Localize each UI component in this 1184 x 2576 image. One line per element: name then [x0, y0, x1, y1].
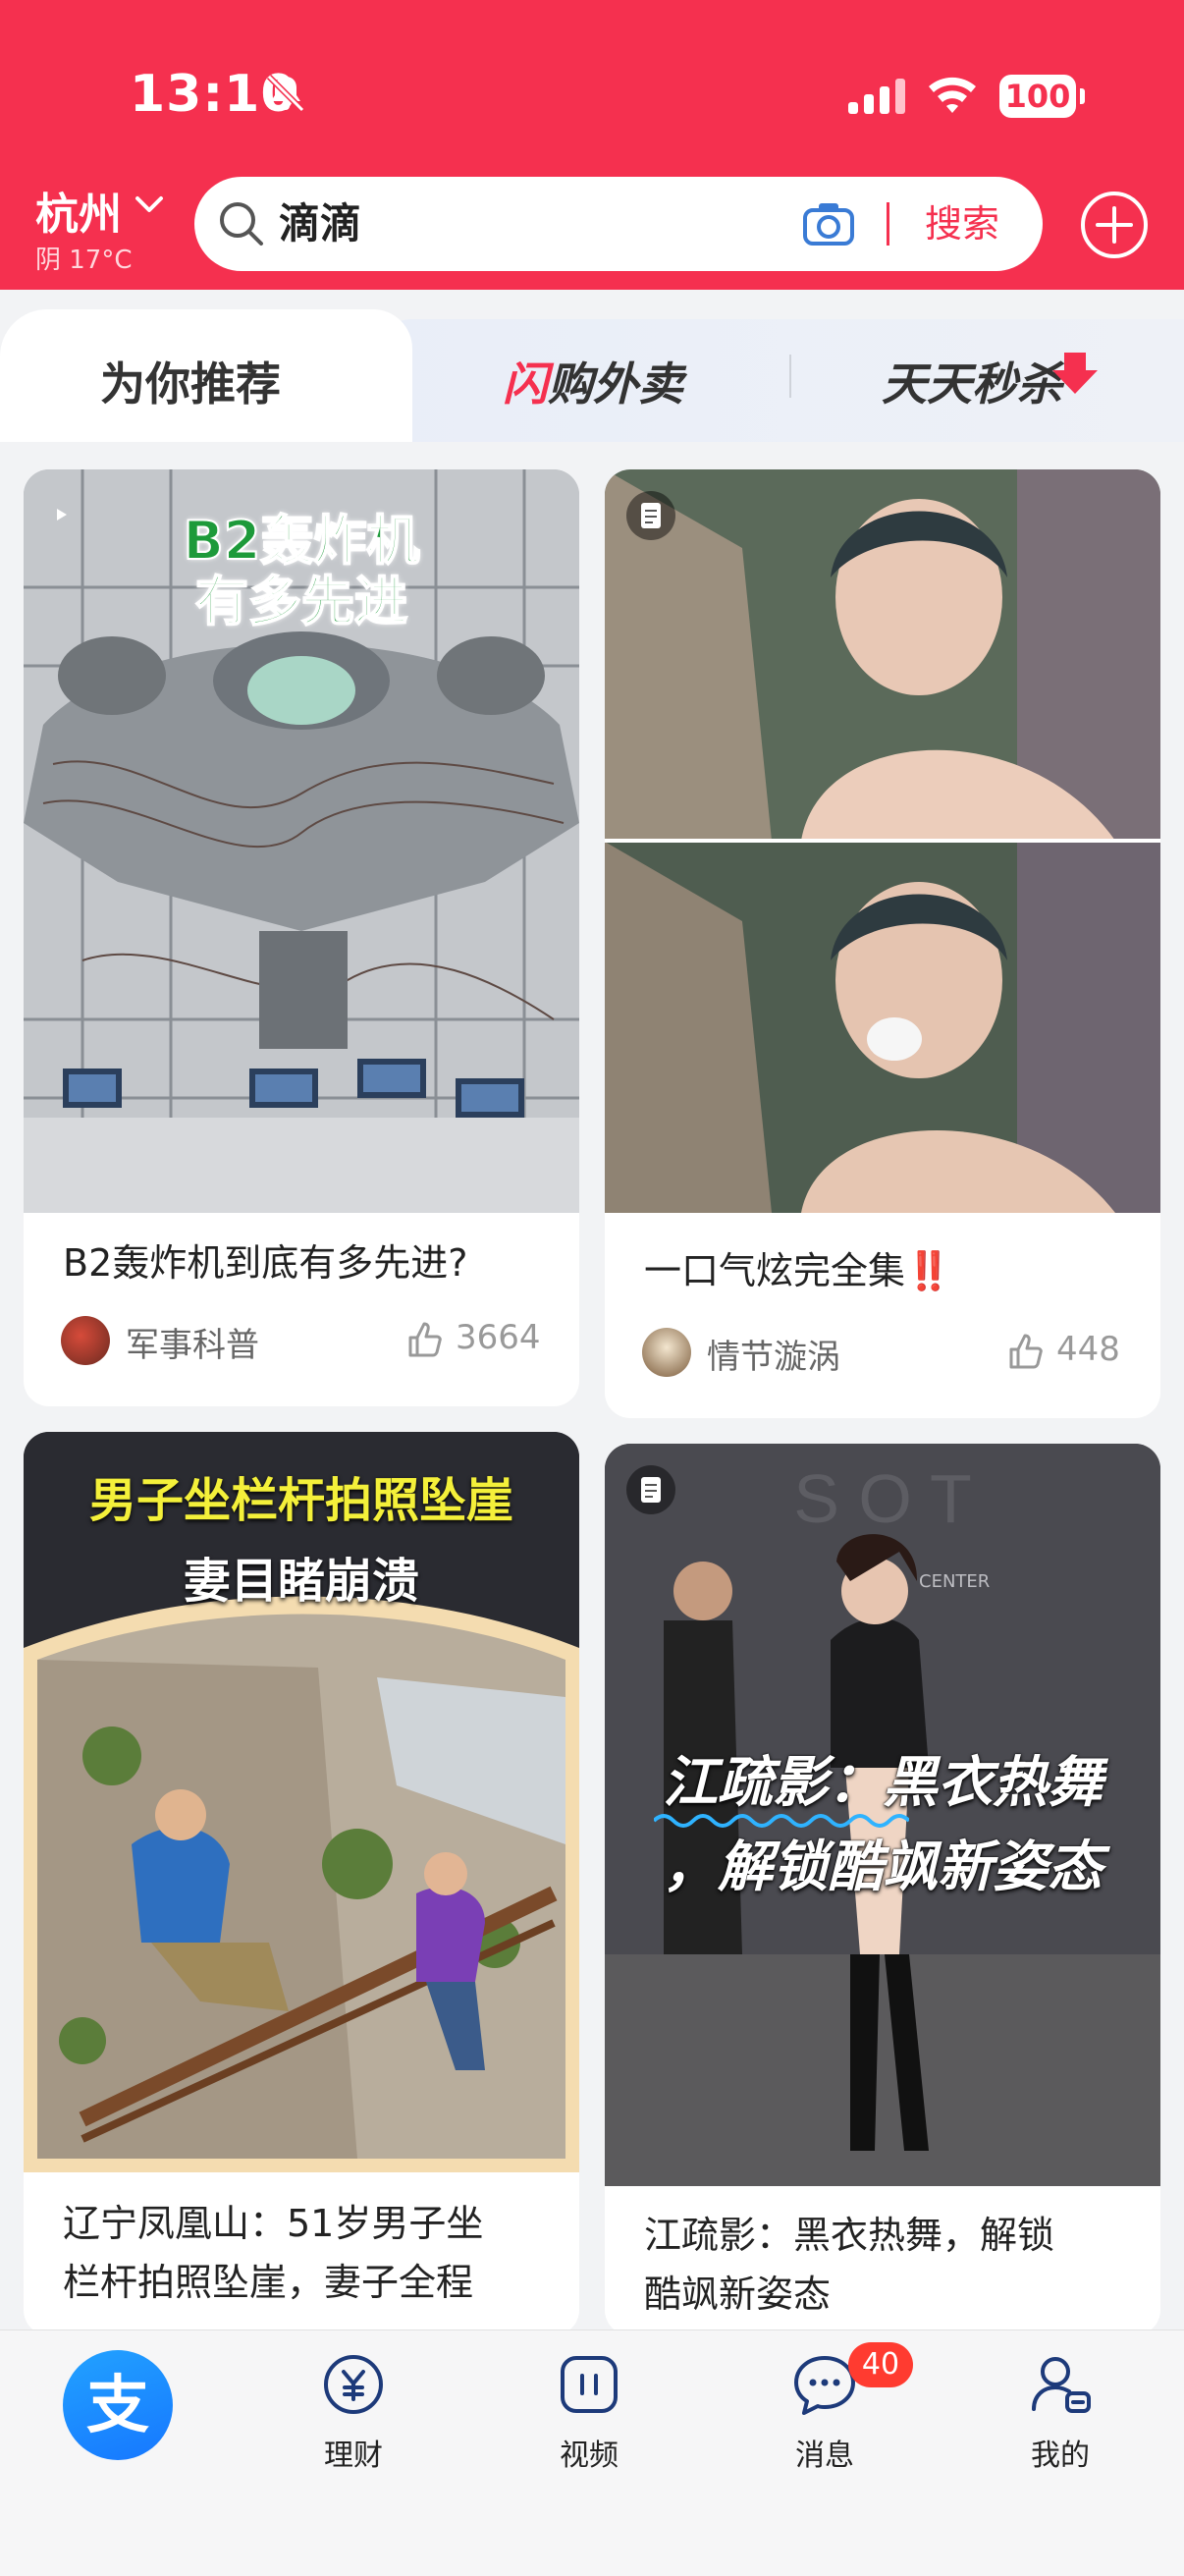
- search-icon: [220, 202, 263, 246]
- card-author[interactable]: 军事科普: [126, 1318, 259, 1366]
- card-image: S O T CENTER 江疏影：黑衣热舞 ，解锁酷飒新姿态: [605, 1444, 1160, 2186]
- card-title-line-1[interactable]: 江疏影：黑衣热舞，解锁: [644, 2206, 1054, 2265]
- card-title-line-2[interactable]: 酷飒新姿态: [644, 2265, 831, 2324]
- feed-card-cliff-accident[interactable]: 男子坐栏杆拍照坠崖 妻目睹崩溃 辽宁凤凰山：51岁男子坐 栏杆拍照坠崖，妻子全程: [24, 1432, 579, 2335]
- alipay-logo-icon: 支: [86, 2370, 149, 2442]
- message-count-badge: 40: [848, 2342, 913, 2387]
- nav-label: 消息: [795, 2439, 854, 2473]
- card-image: B2轰炸机 有多先进: [24, 469, 579, 1213]
- nav-item-wealth[interactable]: 理财: [295, 2350, 412, 2474]
- card-author[interactable]: 情节漩涡: [707, 1330, 840, 1378]
- bottom-navigation: 支 理财 视频 消息 40 我的: [0, 2329, 1184, 2576]
- category-tabs: 为你推荐 闪购外卖 天天秒杀: [0, 290, 1184, 447]
- card-overlay-line-2: ，解锁酷飒新姿态: [663, 1836, 1103, 1899]
- tab-flash-rest: 购外卖: [548, 357, 683, 411]
- user-profile-icon: [1032, 2357, 1091, 2413]
- card-overlay-sign: CENTER: [919, 1571, 991, 1592]
- video-icon: [561, 2356, 618, 2413]
- add-plus-icon[interactable]: [1078, 189, 1151, 261]
- search-button[interactable]: 搜索: [925, 198, 999, 249]
- like-count: 448: [1056, 1330, 1120, 1369]
- feed-card-dance[interactable]: S O T CENTER 江疏影：黑衣热舞 ，解锁酷飒新姿态 江疏影：黑衣热舞，…: [605, 1444, 1160, 2335]
- battery-indicator: 100: [999, 75, 1085, 118]
- search-bar[interactable]: 滴滴 搜索: [194, 177, 1043, 271]
- search-divider: [887, 202, 889, 246]
- card-title[interactable]: 一口气炫完全集‼️: [644, 1241, 951, 1300]
- wifi-icon: [929, 77, 976, 113]
- nav-item-profile[interactable]: 我的: [1001, 2350, 1119, 2474]
- feed-card-b2-bomber[interactable]: B2轰炸机 有多先进 B2轰炸机到底有多先进? 军事科普 3664: [24, 469, 579, 1406]
- search-input[interactable]: 滴滴: [279, 198, 361, 249]
- nav-label: 我的: [1031, 2439, 1090, 2473]
- like-count: 3664: [456, 1318, 541, 1357]
- avatar[interactable]: [61, 1316, 110, 1365]
- down-arrow-badge-icon: [1052, 353, 1098, 394]
- svg-text:支: 支: [86, 2370, 149, 2442]
- card-image: 男子坐栏杆拍照坠崖 妻目睹崩溃: [24, 1432, 579, 2172]
- document-icon: [641, 1477, 661, 1503]
- document-icon: [641, 503, 661, 528]
- feed-card-plot-recap[interactable]: 一口气炫完全集‼️ 情节漩涡 448: [605, 469, 1160, 1418]
- wealth-coin-icon: [324, 2355, 383, 2414]
- signal-icon: [848, 79, 905, 114]
- card-overlay-line-1: 男子坐栏杆拍照坠崖: [88, 1473, 513, 1528]
- city-selector[interactable]: 杭州: [35, 179, 122, 242]
- card-overlay-line-2: 妻目睹崩溃: [183, 1554, 419, 1609]
- tab-recommended[interactable]: 为你推荐: [100, 349, 281, 413]
- tab-daily-flash-sale[interactable]: 天天秒杀: [882, 349, 1062, 413]
- weather-info: 阴 17°C: [35, 246, 133, 275]
- avatar[interactable]: [642, 1328, 691, 1377]
- card-title-line-2[interactable]: 栏杆拍照坠崖，妻子全程: [63, 2253, 473, 2312]
- article-badge: [626, 491, 675, 540]
- tab-flash-delivery[interactable]: 闪购外卖: [503, 349, 683, 413]
- chevron-down-icon[interactable]: [134, 192, 165, 216]
- thumbs-up-icon[interactable]: [404, 1320, 444, 1359]
- nav-label: 理财: [324, 2439, 383, 2473]
- card-image: [605, 469, 1160, 1213]
- drama-stills-image: [605, 469, 1160, 1213]
- card-title[interactable]: B2轰炸机到底有多先进?: [63, 1233, 467, 1292]
- nav-home-button[interactable]: 支: [63, 2350, 173, 2460]
- card-overlay-line-2: 有多先进: [194, 570, 408, 633]
- nav-item-video[interactable]: 视频: [530, 2350, 648, 2474]
- card-title-line-1[interactable]: 辽宁凤凰山：51岁男子坐: [63, 2194, 483, 2253]
- card-overlay-line-1: 江疏影：黑衣热舞: [663, 1751, 1103, 1815]
- camera-scan-icon[interactable]: [801, 198, 856, 249]
- tab-separator: [789, 355, 791, 398]
- bell-muted-icon: [266, 74, 305, 113]
- thumbs-up-icon[interactable]: [1005, 1332, 1045, 1371]
- nav-label: 视频: [560, 2439, 619, 2473]
- tab-flash-accent: 闪: [503, 357, 548, 411]
- svg-text:S O T: S O T: [793, 1460, 972, 1537]
- top-header: 13:10 100 杭州 阴 17°C 滴滴 搜索: [0, 0, 1184, 290]
- article-badge: [626, 1465, 675, 1514]
